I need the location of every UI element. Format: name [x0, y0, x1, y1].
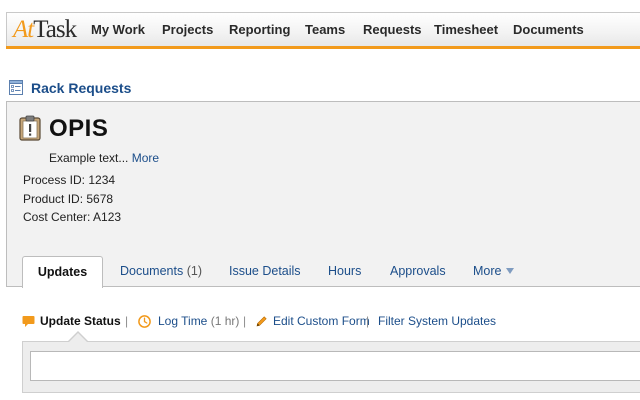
- clock-icon: [138, 315, 151, 328]
- process-id-field: Process ID: 1234: [23, 173, 116, 187]
- speech-bubble-icon: [22, 316, 35, 327]
- pencil-icon: [256, 316, 267, 327]
- tab-documents[interactable]: Documents (1): [120, 256, 202, 286]
- tab-hours[interactable]: Hours: [328, 256, 361, 286]
- form-list-icon: [9, 80, 23, 95]
- section-title-link[interactable]: Rack Requests: [31, 80, 131, 96]
- nav-reporting[interactable]: Reporting: [229, 22, 290, 37]
- tab-documents-label: Documents: [120, 264, 184, 278]
- description-more-link[interactable]: More: [132, 151, 159, 165]
- clipboard-alert-icon: [19, 115, 41, 141]
- nav-teams[interactable]: Teams: [305, 22, 345, 37]
- log-time-label: Log Time: [158, 314, 208, 328]
- log-time-hint: (1 hr): [210, 314, 240, 328]
- update-status-input[interactable]: [30, 351, 640, 381]
- tab-more-label: More: [473, 264, 502, 278]
- tab-approvals[interactable]: Approvals: [390, 256, 446, 286]
- update-status-button[interactable]: Update Status: [40, 314, 121, 328]
- nav-timesheet[interactable]: Timesheet: [434, 22, 498, 37]
- chevron-down-icon: [506, 268, 515, 274]
- log-time-button[interactable]: Log Time (1 hr): [158, 314, 239, 328]
- attask-logo[interactable]: AtTask: [13, 16, 77, 44]
- nav-projects[interactable]: Projects: [162, 22, 213, 37]
- nav-my-work[interactable]: My Work: [91, 22, 145, 37]
- issue-title: OPIS: [49, 115, 109, 142]
- tab-updates[interactable]: Updates: [22, 256, 103, 288]
- edit-custom-form-button[interactable]: Edit Custom Form: [273, 314, 370, 328]
- nav-accent-stripe: [6, 46, 640, 49]
- cost-center-field: Cost Center: A123: [23, 210, 122, 224]
- toolbar-separator: |: [366, 314, 370, 328]
- tab-more[interactable]: More: [473, 256, 515, 286]
- issue-description: Example text... More: [49, 151, 159, 165]
- issue-description-text: Example text...: [49, 151, 129, 165]
- nav-documents[interactable]: Documents: [513, 22, 584, 37]
- composer-pointer-fill: [69, 333, 87, 342]
- toolbar-separator: |: [243, 314, 247, 328]
- product-id-field: Product ID: 5678: [23, 192, 114, 206]
- tab-documents-count: (1): [186, 264, 202, 278]
- filter-system-updates-button[interactable]: Filter System Updates: [378, 314, 496, 328]
- tab-issue-details[interactable]: Issue Details: [229, 256, 301, 286]
- toolbar-separator: |: [125, 314, 129, 328]
- nav-requests[interactable]: Requests: [363, 22, 422, 37]
